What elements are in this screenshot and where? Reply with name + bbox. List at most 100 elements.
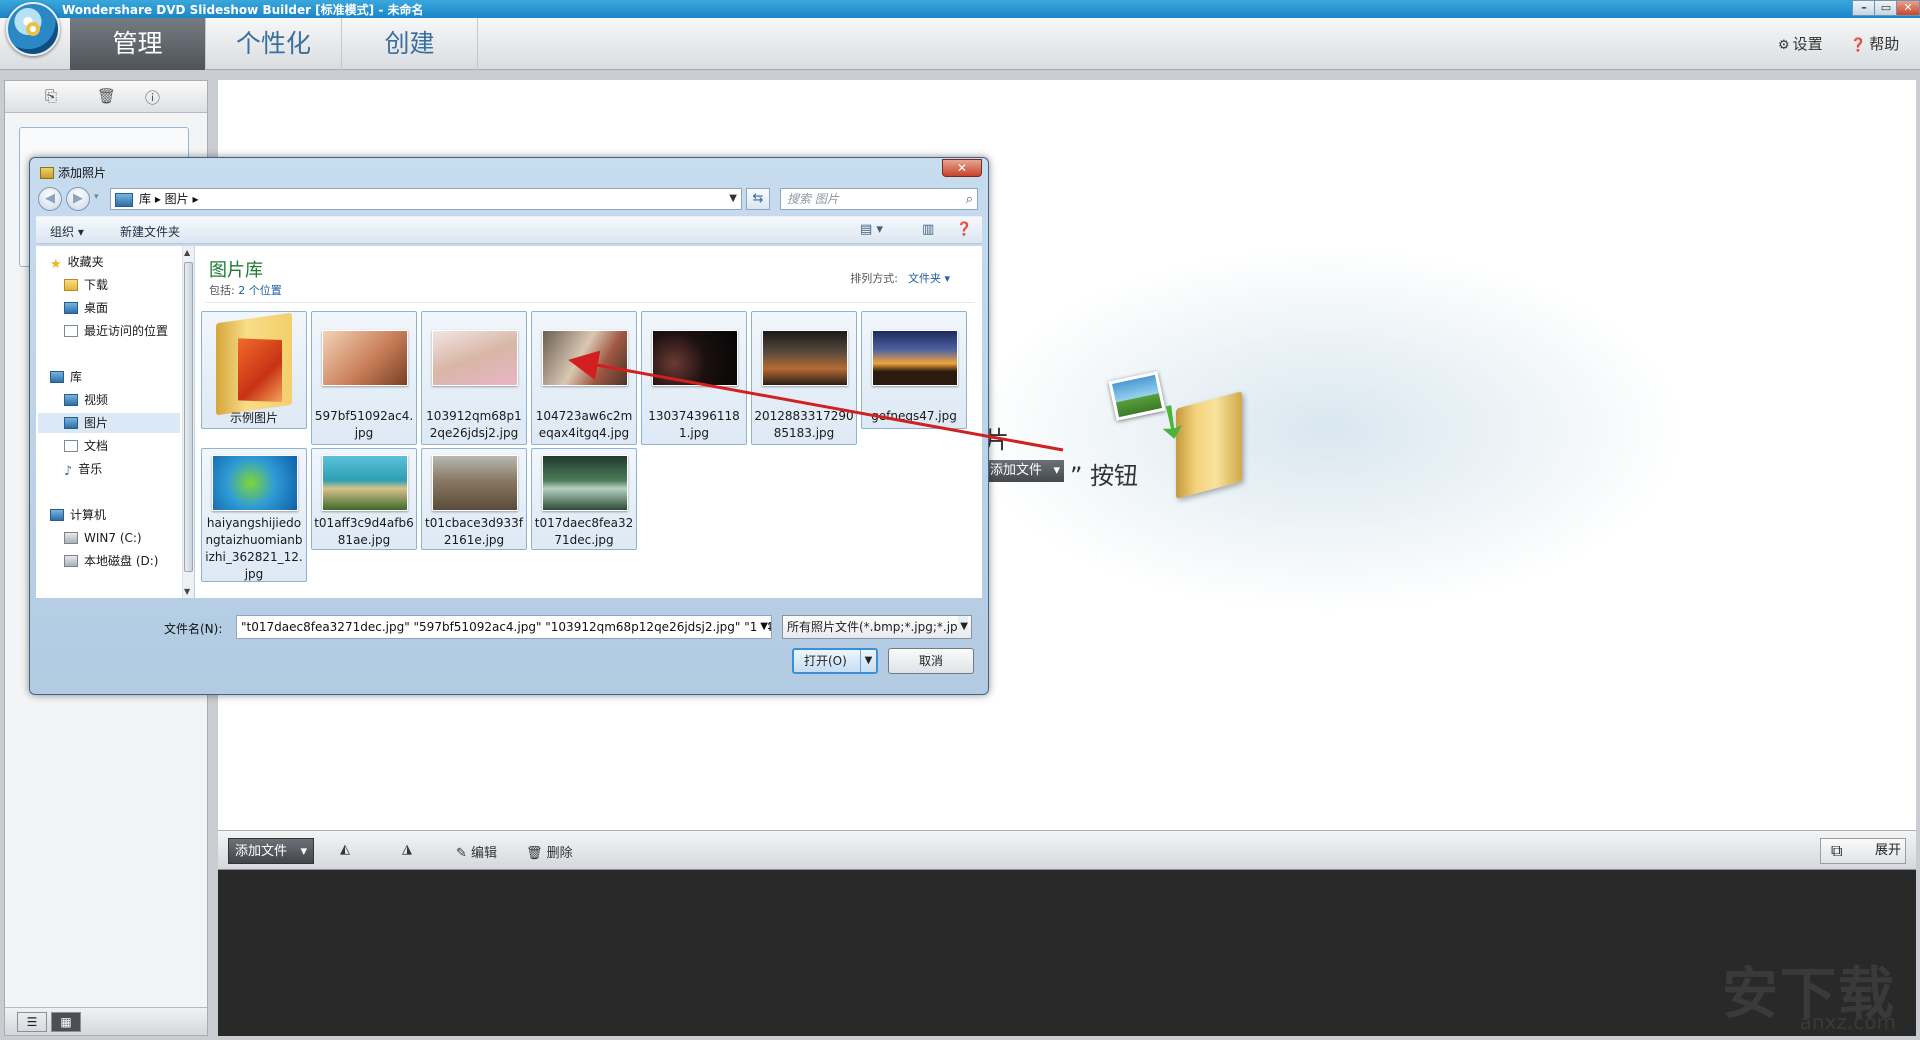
- rotate-right-icon[interactable]: ◮: [402, 842, 412, 857]
- scroll-thumb[interactable]: [184, 262, 193, 572]
- settings-button[interactable]: ⚙ 设置: [1778, 33, 1823, 54]
- file-item-folder[interactable]: 示例图片: [201, 311, 307, 429]
- nav-drive-c[interactable]: WIN7 (C:): [64, 528, 142, 548]
- refresh-button[interactable]: ⇆: [746, 188, 770, 210]
- file-item[interactable]: 1303743961181.jpg: [641, 311, 747, 445]
- filetype-select[interactable]: 所有照片文件(*.bmp;*.jpg;*.jp ▼: [782, 615, 972, 639]
- help-icon[interactable]: ❓: [956, 222, 972, 237]
- nav-label: 收藏夹: [67, 255, 104, 269]
- ribbon: 管理 个性化 创建 ⚙ 设置 ❓ 帮助: [0, 2, 1920, 70]
- image-thumbnail: [652, 330, 738, 386]
- image-thumbnail: [542, 330, 628, 386]
- filename-input[interactable]: "t017daec8fea3271dec.jpg" "597bf51092ac4…: [236, 615, 772, 639]
- close-app-button[interactable]: ✕: [1896, 0, 1920, 16]
- history-dropdown-icon[interactable]: ▾: [94, 192, 99, 202]
- minimize-button[interactable]: –: [1852, 0, 1876, 16]
- help-label: 帮助: [1869, 35, 1900, 53]
- delete-button[interactable]: 🗑 删除: [526, 842, 573, 861]
- info-icon[interactable]: ⓘ: [145, 87, 160, 108]
- nav-label: 桌面: [84, 301, 109, 315]
- tab-manage[interactable]: 管理: [70, 18, 206, 70]
- forward-button[interactable]: ▶: [66, 187, 90, 211]
- file-item[interactable]: t01aff3c9d4afb681ae.jpg: [311, 448, 417, 550]
- canvas-glow: [978, 250, 1678, 610]
- cancel-button[interactable]: 取消: [888, 648, 974, 674]
- sort-by: 排列方式: 文件夹 ▾: [850, 270, 950, 286]
- nav-scrollbar[interactable]: ▲ ▼: [182, 246, 194, 598]
- file-item[interactable]: t01cbace3d933f2161e.jpg: [421, 448, 527, 550]
- trash-icon: 🗑: [526, 846, 547, 861]
- preview-pane-icon[interactable]: ▥: [922, 222, 934, 237]
- file-name: t01cbace3d933f2161e.jpg: [425, 516, 523, 547]
- dialog-close-button[interactable]: ✕: [942, 159, 982, 177]
- filename-value: "t017daec8fea3271dec.jpg" "597bf51092ac4…: [241, 620, 772, 634]
- help-button[interactable]: ❓ 帮助: [1850, 33, 1899, 54]
- locations-link[interactable]: 2 个位置: [238, 284, 282, 297]
- star-icon: ★: [50, 257, 62, 272]
- tab-personalize[interactable]: 个性化: [206, 18, 342, 70]
- nav-computer[interactable]: 计算机: [50, 505, 106, 525]
- edit-button[interactable]: ✎ 编辑: [456, 842, 497, 861]
- trash-icon[interactable]: 🗑: [97, 87, 116, 105]
- file-item[interactable]: 201288331729085183.jpg: [751, 311, 857, 445]
- nav-pictures[interactable]: 图片: [38, 413, 180, 433]
- file-item[interactable]: 104723aw6c2meqax4itgq4.jpg: [531, 311, 637, 445]
- file-item[interactable]: gefnegs47.jpg: [861, 311, 967, 429]
- nav-downloads[interactable]: 下载: [64, 275, 108, 295]
- nav-libraries[interactable]: 库: [50, 367, 82, 387]
- nav-drive-d[interactable]: 本地磁盘 (D:): [64, 551, 158, 571]
- nav-documents[interactable]: 文档: [64, 436, 108, 456]
- address-bar[interactable]: 库 ▸ 图片 ▸ ▼: [110, 188, 742, 210]
- file-item[interactable]: t017daec8fea3271dec.jpg: [531, 448, 637, 550]
- nav-recent[interactable]: 最近访问的位置: [64, 321, 168, 341]
- canvas-hint-button-text: ” 按钮: [1070, 462, 1139, 490]
- breadcrumb[interactable]: 库 ▸ 图片 ▸: [139, 192, 199, 206]
- add-album-icon[interactable]: ⎘: [45, 87, 57, 105]
- scroll-up-icon[interactable]: ▲: [184, 248, 190, 257]
- restore-button[interactable]: ▭: [1874, 0, 1898, 16]
- app-logo-icon[interactable]: [6, 2, 60, 56]
- filename-dropdown-icon[interactable]: ▼: [758, 616, 768, 638]
- library-title: 图片库: [209, 260, 263, 281]
- open-label: 打开(O): [804, 654, 847, 668]
- organize-menu[interactable]: 组织 ▾: [50, 223, 84, 240]
- nav-videos[interactable]: 视频: [64, 390, 108, 410]
- new-folder-button[interactable]: 新建文件夹: [120, 223, 180, 240]
- thumbnail-view-icon[interactable]: ▦: [51, 1012, 81, 1032]
- file-name: t01aff3c9d4afb681ae.jpg: [314, 516, 414, 547]
- search-icon[interactable]: ⌕: [966, 190, 973, 210]
- rotate-left-icon[interactable]: ◭: [340, 842, 350, 857]
- file-item[interactable]: haiyangshijiedongtaizhuomianbizhi_362821…: [201, 448, 307, 582]
- tab-create[interactable]: 创建: [342, 18, 478, 70]
- file-name: t017daec8fea3271dec.jpg: [534, 516, 634, 547]
- search-placeholder: 搜索 图片: [787, 192, 839, 206]
- image-thumbnail: [322, 330, 408, 386]
- nav-favorites[interactable]: ★ 收藏夹: [50, 252, 104, 272]
- back-button[interactable]: ◀: [38, 187, 62, 211]
- filetype-dropdown-icon[interactable]: ▼: [958, 616, 968, 638]
- nav-label: 视频: [84, 393, 109, 407]
- dialog-title: 添加照片: [58, 166, 107, 180]
- view-options-icon[interactable]: ▤ ▾: [860, 222, 883, 237]
- open-split-dropdown-icon[interactable]: ▼: [860, 650, 876, 672]
- expand-button[interactable]: 展开: [1820, 838, 1906, 864]
- file-name: haiyangshijiedongtaizhuomianbizhi_362821…: [205, 516, 303, 581]
- header-divider: [205, 302, 975, 303]
- dialog-titlebar: 添加照片: [40, 164, 106, 181]
- search-input[interactable]: 搜索 图片 ⌕: [780, 188, 978, 210]
- nav-music[interactable]: ♪ 音乐: [64, 459, 102, 479]
- nav-desktop[interactable]: 桌面: [64, 298, 108, 318]
- image-thumbnail: [432, 330, 518, 386]
- timeline-area: 安下载 anxz.com: [218, 870, 1916, 1036]
- pencil-icon: ✎: [456, 846, 472, 861]
- open-button[interactable]: 打开(O) ▼: [792, 648, 878, 674]
- file-item[interactable]: 597bf51092ac4.jpg: [311, 311, 417, 445]
- sort-dropdown[interactable]: 文件夹 ▾: [908, 272, 950, 285]
- add-file-button[interactable]: 添加文件: [228, 838, 314, 865]
- nav-label: 本地磁盘 (D:): [84, 554, 159, 568]
- file-item[interactable]: 103912qm68p12qe26jdsj2.jpg: [421, 311, 527, 445]
- address-dropdown-icon[interactable]: ▼: [729, 189, 737, 209]
- scroll-down-icon[interactable]: ▼: [184, 587, 190, 596]
- list-view-icon[interactable]: ☰: [17, 1012, 47, 1032]
- libraries-icon: [50, 371, 64, 383]
